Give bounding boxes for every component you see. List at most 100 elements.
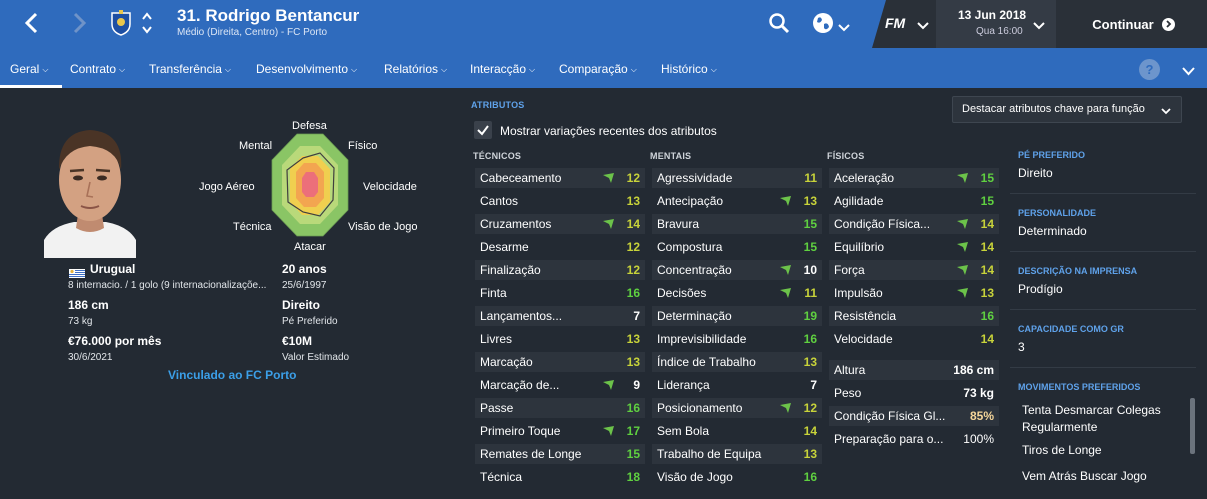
radar-label-physical: Físico xyxy=(348,140,378,152)
mental-attribute-row[interactable]: Visão de Jogo 16 xyxy=(652,467,822,487)
attribute-value: 14 xyxy=(980,217,994,231)
divider xyxy=(1010,309,1196,310)
calendar-chevron-icon[interactable] xyxy=(1033,17,1045,35)
technical-attribute-row[interactable]: Lançamentos... 7 xyxy=(475,306,645,326)
physical-attribute-row[interactable]: Impulsão 13 xyxy=(829,283,999,303)
mental-attribute-row[interactable]: Antecipação 13 xyxy=(652,191,822,211)
physical-attribute-row[interactable]: Força 14 xyxy=(829,260,999,280)
attribute-value: 14 xyxy=(980,332,994,346)
up-down-chevron-icon[interactable] xyxy=(140,9,154,37)
player-profile-screen: 31. Rodrigo Bentancur Médio (Direita, Ce… xyxy=(0,0,1207,499)
physical-stat-row: Condição Física Gl... 85% xyxy=(829,406,999,426)
help-button[interactable]: ? xyxy=(1139,59,1160,80)
gk-ability-title: CAPACIDADE COMO GR xyxy=(1018,324,1124,334)
mental-attribute-row[interactable]: Agressividade 11 xyxy=(652,168,822,188)
mental-attribute-row[interactable]: Sem Bola 14 xyxy=(652,421,822,441)
attribute-value: 10 xyxy=(803,263,817,277)
stat-name: Altura xyxy=(834,363,866,377)
attribute-name: Agilidade xyxy=(834,194,884,208)
tab-geral[interactable]: Geral ⌵ xyxy=(10,62,48,76)
technical-attribute-row[interactable]: Finalização 12 xyxy=(475,260,645,280)
forward-arrow-icon[interactable] xyxy=(64,8,94,38)
highlight-role-dropdown[interactable]: Destacar atributos chave para função xyxy=(952,96,1182,123)
tab-interaccao[interactable]: Interacção ⌵ xyxy=(470,62,535,76)
contract-end: 30/6/2021 xyxy=(68,352,113,363)
fm-menu-chevron-icon[interactable] xyxy=(917,17,929,35)
technical-attribute-row[interactable]: Cruzamentos 14 xyxy=(475,214,645,234)
stat-name: Preparação para o... xyxy=(834,432,944,446)
back-arrow-icon[interactable] xyxy=(17,8,47,38)
mental-attribute-row[interactable]: Liderança 7 xyxy=(652,375,822,395)
attribute-name: Velocidade xyxy=(834,332,893,346)
technical-attribute-row[interactable]: Passe 16 xyxy=(475,398,645,418)
show-changes-checkbox[interactable] xyxy=(474,121,492,139)
preferred-moves-scrollbar[interactable] xyxy=(1190,398,1195,454)
improvement-arrow-icon xyxy=(780,195,792,209)
attribute-name: Finta xyxy=(480,286,507,300)
physical-stat-row: Preparação para o... 100% xyxy=(829,429,999,449)
mental-attribute-row[interactable]: Determinação 19 xyxy=(652,306,822,326)
divider xyxy=(1010,193,1196,194)
weight: 73 kg xyxy=(68,316,93,327)
radar-label-mental: Mental xyxy=(239,140,273,152)
physical-attribute-row[interactable]: Velocidade 14 xyxy=(829,329,999,349)
radar-label-defense: Defesa xyxy=(292,120,327,132)
preferred-moves-list[interactable]: Tenta Desmarcar Colegas Regularmente Tir… xyxy=(1015,397,1181,499)
improvement-arrow-icon xyxy=(603,425,615,439)
chevron-down-icon[interactable] xyxy=(838,19,850,37)
tab-historico[interactable]: Histórico ⌵ xyxy=(661,62,717,76)
globe-icon[interactable] xyxy=(812,12,834,39)
current-date: 13 Jun 2018 xyxy=(958,8,1027,22)
tab-transferencia[interactable]: Transferência ⌵ xyxy=(149,62,231,76)
mental-attribute-row[interactable]: Decisões 11 xyxy=(652,283,822,303)
technical-attribute-row[interactable]: Cabeceamento 12 xyxy=(475,168,645,188)
chevron-down-icon: ⌵ xyxy=(119,65,126,74)
physical-attribute-row[interactable]: Condição Física... 14 xyxy=(829,214,999,234)
mental-attribute-row[interactable]: Índice de Trabalho 13 xyxy=(652,352,822,372)
mental-attribute-row[interactable]: Compostura 15 xyxy=(652,237,822,257)
technical-attribute-row[interactable]: Livres 13 xyxy=(475,329,645,349)
club-contract-link[interactable]: Vinculado ao FC Porto xyxy=(168,368,296,382)
attribute-name: Aceleração xyxy=(834,171,895,185)
physical-attribute-row[interactable]: Agilidade 15 xyxy=(829,191,999,211)
mental-attribute-row[interactable]: Posicionamento 12 xyxy=(652,398,822,418)
mental-attribute-row[interactable]: Trabalho de Equipa 13 xyxy=(652,444,822,464)
attribute-name: Primeiro Toque xyxy=(480,424,561,438)
improvement-arrow-icon xyxy=(957,241,969,255)
mental-attribute-row[interactable]: Imprevisibilidade 16 xyxy=(652,329,822,349)
improvement-arrow-icon xyxy=(780,264,792,278)
press-description-value: Prodígio xyxy=(1018,282,1063,296)
technical-attribute-row[interactable]: Marcação 13 xyxy=(475,352,645,372)
technical-attribute-row[interactable]: Primeiro Toque 17 xyxy=(475,421,645,441)
attribute-name: Lançamentos... xyxy=(480,309,563,323)
physical-attribute-row[interactable]: Equilíbrio 14 xyxy=(829,237,999,257)
attribute-value: 13 xyxy=(626,194,640,208)
tab-desenvolvimento[interactable]: Desenvolvimento ⌵ xyxy=(256,62,357,76)
uruguay-flag-icon xyxy=(69,265,85,278)
chevron-down-icon: ⌵ xyxy=(529,65,536,74)
technical-attribute-row[interactable]: Desarme 12 xyxy=(475,237,645,257)
fm-logo[interactable]: FM xyxy=(885,15,905,31)
technical-attribute-row[interactable]: Técnica 18 xyxy=(475,467,645,487)
chevron-down-icon: ⌵ xyxy=(630,65,637,74)
technical-attribute-row[interactable]: Remates de Longe 15 xyxy=(475,444,645,464)
search-icon[interactable] xyxy=(768,12,790,39)
physical-attribute-row[interactable]: Resistência 16 xyxy=(829,306,999,326)
technical-attribute-row[interactable]: Cantos 13 xyxy=(475,191,645,211)
tab-relatorios[interactable]: Relatórios ⌵ xyxy=(384,62,447,76)
mental-attribute-row[interactable]: Concentração 10 xyxy=(652,260,822,280)
stat-value: 85% xyxy=(969,409,994,423)
mental-attribute-row[interactable]: Bravura 15 xyxy=(652,214,822,234)
technical-attribute-row[interactable]: Marcação de... 9 xyxy=(475,375,645,395)
attribute-value: 7 xyxy=(633,309,640,323)
continue-button[interactable]: Continuar xyxy=(1060,0,1207,48)
nationality[interactable]: Urugual xyxy=(90,262,135,276)
physical-attribute-row[interactable]: Aceleração 15 xyxy=(829,168,999,188)
technical-attribute-row[interactable]: Finta 16 xyxy=(475,283,645,303)
tab-contrato[interactable]: Contrato ⌵ xyxy=(70,62,125,76)
tab-comparacao[interactable]: Comparação ⌵ xyxy=(559,62,637,76)
tabs-expand-chevron-icon[interactable] xyxy=(1182,63,1195,81)
attribute-value: 13 xyxy=(803,355,817,369)
tab-label: Geral xyxy=(10,62,40,76)
attribute-value: 13 xyxy=(980,286,994,300)
